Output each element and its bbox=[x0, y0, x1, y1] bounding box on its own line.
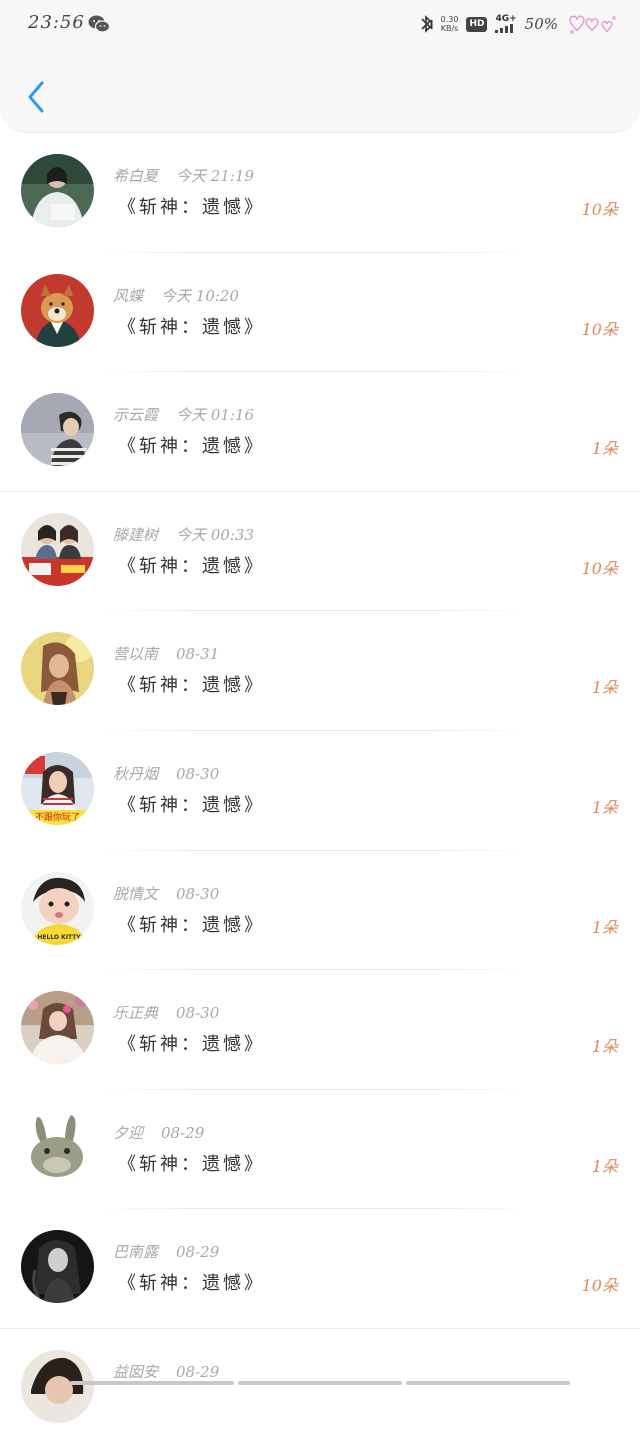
sender-meta: 希白夏 今天 21:19 bbox=[113, 165, 254, 186]
sender-meta: 脱情文 08-30 bbox=[113, 883, 219, 904]
avatar[interactable] bbox=[21, 512, 94, 586]
status-right: 0.30 KB/s HD 4G+ 50% bbox=[419, 12, 618, 36]
sender-name: 巴南露 bbox=[113, 1243, 159, 1262]
gift-count: 1朵 bbox=[591, 439, 618, 459]
gift-title: 《斩神：遗憾》 bbox=[118, 794, 265, 816]
gift-count: 1朵 bbox=[591, 797, 618, 817]
send-date: 今天 01:16 bbox=[176, 406, 255, 425]
gift-list: 希白夏 今天 21:19 《斩神：遗憾》 10朵 风蝶 今天 10:20 《斩神：遗… bbox=[0, 133, 640, 1449]
sender-name: 滕建树 bbox=[113, 525, 159, 544]
avatar[interactable]: HELLO KITTY bbox=[21, 871, 94, 945]
sender-name: 益囡安 bbox=[113, 1362, 159, 1381]
sender-meta: 示云霞 今天 01:16 bbox=[113, 404, 254, 425]
sender-meta: 风蝶 今天 10:20 bbox=[113, 285, 239, 306]
sender-meta: 秋丹烟 08-30 bbox=[113, 763, 219, 784]
list-item[interactable]: HELLO KITTY 脱情文 08-30 《斩神：遗憾》 1朵 bbox=[0, 851, 640, 971]
net-speed: 0.30 KB/s bbox=[441, 15, 459, 33]
list-item[interactable]: 乐正典 08-30 《斩神：遗憾》 1朵 bbox=[0, 970, 640, 1090]
send-date: 今天 00:33 bbox=[176, 525, 255, 544]
list-item[interactable]: 示云霞 今天 01:16 《斩神：遗憾》 1朵 bbox=[0, 372, 640, 492]
status-time: 23:56 bbox=[28, 12, 85, 33]
back-button[interactable] bbox=[18, 76, 54, 118]
bluetooth-icon bbox=[421, 15, 433, 33]
network-type: 4G+ bbox=[495, 14, 517, 24]
gift-title: 《斩神：遗憾》 bbox=[118, 675, 265, 697]
send-date: 今天 21:19 bbox=[176, 167, 255, 185]
avatar-caption: HELLO KITTY bbox=[37, 934, 81, 941]
list-item[interactable]: 希白夏 今天 21:19 《斩神：遗憾》 10朵 bbox=[0, 133, 640, 253]
list-item[interactable]: 夕迎 08-29 《斩神：遗憾》 1朵 bbox=[0, 1090, 640, 1210]
avatar[interactable] bbox=[21, 273, 94, 347]
avatar[interactable] bbox=[21, 632, 94, 706]
sender-name: 希白夏 bbox=[113, 167, 159, 185]
list-item[interactable]: 不跟你玩了 秋丹烟 08-30 《斩神：遗憾》 1朵 bbox=[0, 731, 640, 851]
send-date: 08-31 bbox=[176, 645, 220, 664]
net-speed-value: 0.30 bbox=[440, 15, 459, 24]
sender-meta: 巴南露 08-29 bbox=[113, 1241, 219, 1262]
gift-count: 1朵 bbox=[591, 1156, 618, 1176]
list-item[interactable]: 益囡安 08-29 bbox=[0, 1329, 640, 1449]
send-date: 今天 10:20 bbox=[161, 286, 240, 305]
gift-count: 10朵 bbox=[581, 558, 618, 578]
sender-name: 示云霞 bbox=[113, 406, 159, 425]
send-date: 08-29 bbox=[176, 1243, 220, 1262]
sender-meta: 滕建树 今天 00:33 bbox=[113, 524, 254, 545]
gift-title: 《斩神：遗憾》 bbox=[118, 316, 265, 338]
hearts-decoration bbox=[569, 15, 616, 35]
gift-title: 《斩神：遗憾》 bbox=[118, 436, 265, 458]
avatar[interactable] bbox=[21, 1230, 94, 1304]
gift-count: 10朵 bbox=[581, 1276, 618, 1296]
hd-badge: HD bbox=[466, 16, 488, 32]
home-indicator[interactable] bbox=[70, 1381, 570, 1385]
top-header: 23:56 0.30 KB/s HD 4G+ 50% bbox=[0, 0, 640, 133]
gift-count: 10朵 bbox=[581, 319, 618, 339]
sender-meta: 乐正典 08-30 bbox=[113, 1002, 219, 1023]
sender-name: 风蝶 bbox=[113, 286, 144, 305]
signal-icon: 4G+ bbox=[495, 14, 517, 33]
send-date: 08-29 bbox=[176, 1362, 220, 1381]
sender-name: 脱情文 bbox=[113, 884, 159, 903]
send-date: 08-29 bbox=[161, 1123, 205, 1142]
list-item[interactable]: 滕建树 今天 00:33 《斩神：遗憾》 10朵 bbox=[0, 492, 640, 612]
gift-title: 《斩神：遗憾》 bbox=[118, 1273, 265, 1295]
list-item[interactable]: 风蝶 今天 10:20 《斩神：遗憾》 10朵 bbox=[0, 253, 640, 373]
gift-count: 10朵 bbox=[581, 200, 618, 219]
sender-meta: 夕迎 08-29 bbox=[113, 1122, 204, 1143]
avatar[interactable] bbox=[21, 154, 94, 227]
avatar[interactable] bbox=[21, 1110, 94, 1184]
avatar-caption: 不跟你玩了 bbox=[35, 811, 80, 823]
gift-count: 1朵 bbox=[591, 678, 618, 698]
sender-meta: 营以南 08-31 bbox=[113, 643, 219, 664]
gift-title: 《斩神：遗憾》 bbox=[118, 914, 265, 936]
battery-level: 50% bbox=[524, 15, 558, 33]
list-item[interactable]: 巴南露 08-29 《斩神：遗憾》 10朵 bbox=[0, 1209, 640, 1329]
net-speed-unit: KB/s bbox=[440, 24, 459, 33]
send-date: 08-30 bbox=[176, 884, 220, 903]
gift-title: 《斩神：遗憾》 bbox=[118, 1153, 265, 1175]
gift-count: 1朵 bbox=[591, 917, 618, 937]
send-date: 08-30 bbox=[176, 764, 220, 783]
list-item[interactable]: 营以南 08-31 《斩神：遗憾》 1朵 bbox=[0, 611, 640, 731]
gift-count: 1朵 bbox=[591, 1037, 618, 1057]
sender-meta: 益囡安 08-29 bbox=[113, 1361, 219, 1382]
gift-title: 《斩神：遗憾》 bbox=[118, 197, 265, 218]
sender-name: 夕迎 bbox=[113, 1123, 144, 1142]
avatar[interactable] bbox=[21, 991, 94, 1065]
wechat-icon bbox=[88, 15, 110, 33]
chevron-left-icon bbox=[28, 81, 44, 113]
gift-title: 《斩神：遗憾》 bbox=[118, 555, 265, 577]
status-bar: 23:56 0.30 KB/s HD 4G+ 50% bbox=[0, 0, 640, 50]
avatar[interactable] bbox=[21, 393, 94, 467]
avatar[interactable]: 不跟你玩了 bbox=[21, 751, 94, 825]
send-date: 08-30 bbox=[176, 1004, 220, 1023]
sender-name: 秋丹烟 bbox=[113, 764, 159, 783]
avatar[interactable] bbox=[21, 1349, 94, 1423]
gift-title: 《斩神：遗憾》 bbox=[118, 1034, 265, 1056]
sender-name: 营以南 bbox=[113, 645, 159, 664]
signal-bars bbox=[495, 24, 514, 33]
sender-name: 乐正典 bbox=[113, 1004, 159, 1023]
